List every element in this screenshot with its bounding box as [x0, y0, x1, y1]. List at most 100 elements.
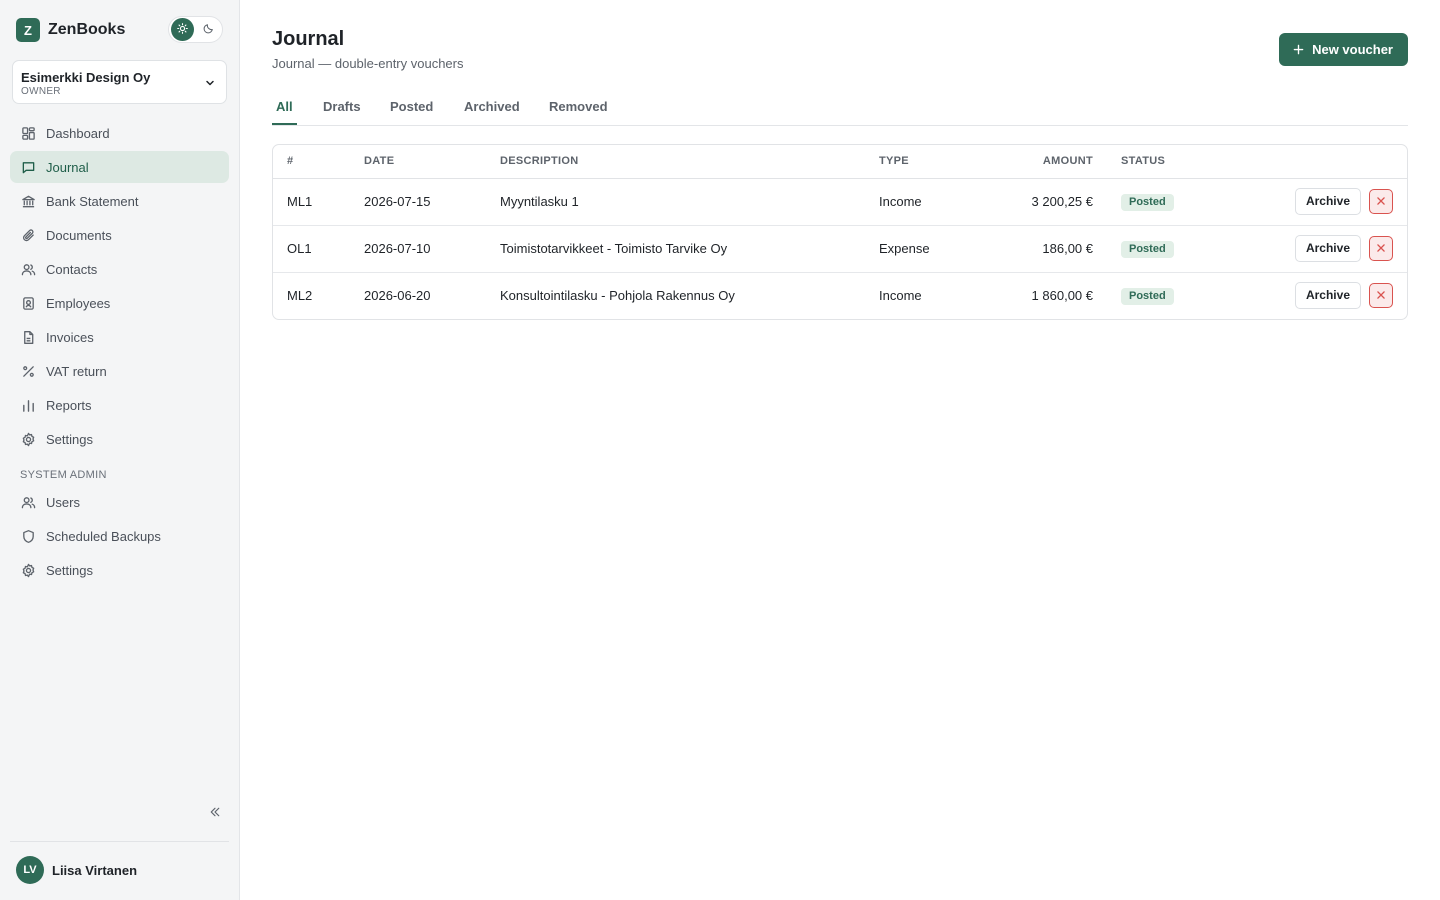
sidebar-item-invoices[interactable]: Invoices	[10, 321, 229, 353]
row-actions: Archive	[1233, 178, 1407, 226]
collapse-sidebar-button[interactable]	[206, 805, 224, 823]
shield-icon	[20, 528, 36, 544]
sidebar-item-label: Bank Statement	[46, 193, 139, 209]
document-icon	[20, 329, 36, 345]
page-title: Journal	[272, 28, 345, 50]
tab-all[interactable]: All	[272, 89, 297, 125]
sidebar-item-label: Invoices	[46, 329, 94, 345]
voucher-number: ML1	[273, 178, 364, 226]
row-actions: Archive	[1233, 272, 1407, 319]
archive-button[interactable]: Archive	[1294, 282, 1361, 310]
column-header-amount: AMOUNT	[991, 145, 1093, 179]
journal-icon	[20, 159, 36, 175]
tab-removed[interactable]: Removed	[549, 89, 608, 125]
percent-icon	[20, 363, 36, 379]
bank-icon	[20, 193, 36, 209]
status-tabs: All Drafts Posted Archived Removed	[272, 89, 1408, 126]
voucher-description: Toimistotarvikkeet - Toimisto Tarvike Oy	[500, 225, 879, 273]
brand[interactable]: Z ZenBooks	[16, 18, 125, 42]
sidebar-item-employees[interactable]: Employees	[10, 287, 229, 319]
company-switcher[interactable]: Esimerkki Design Oy OWNER	[12, 60, 227, 104]
moon-icon	[203, 21, 214, 39]
user-menu[interactable]: LV Liisa Virtanen	[16, 856, 137, 884]
sidebar-item-scheduled-backups[interactable]: Scheduled Backups	[10, 520, 229, 552]
voucher-date: 2026-07-15	[364, 178, 500, 226]
light-theme-button[interactable]	[171, 18, 194, 41]
sidebar-item-label: VAT return	[46, 363, 107, 379]
sidebar: Z ZenBooks Esimerkki Design Oy OWNER Das…	[0, 0, 240, 900]
voucher-amount: 3 200,25 €	[991, 178, 1093, 226]
archive-button[interactable]: Archive	[1294, 188, 1361, 215]
column-header-number: #	[273, 145, 364, 179]
status-cell: Posted	[1093, 272, 1233, 319]
voucher-type: Income	[879, 288, 922, 304]
sidebar-item-vat-return[interactable]: VAT return	[10, 355, 229, 387]
gear-icon	[20, 431, 36, 447]
sidebar-item-users[interactable]: Users	[10, 486, 229, 518]
tab-archived[interactable]: Archived	[464, 89, 520, 125]
sidebar-item-label: Employees	[46, 295, 111, 311]
close-icon	[1376, 194, 1386, 209]
company-role: OWNER	[21, 86, 61, 97]
close-icon	[1376, 241, 1386, 256]
sidebar-item-reports[interactable]: Reports	[10, 389, 229, 421]
row-actions: Archive	[1233, 225, 1407, 273]
status-cell: Posted	[1093, 178, 1233, 226]
sidebar-item-contacts[interactable]: Contacts	[10, 253, 229, 285]
gear-icon	[20, 562, 36, 578]
tab-drafts[interactable]: Drafts	[323, 89, 361, 125]
voucher-date: 2026-07-10	[364, 225, 500, 273]
company-name: Esimerkki Design Oy	[21, 70, 151, 85]
plus-icon	[1293, 44, 1304, 55]
table-header-row: # DATE DESCRIPTION TYPE AMOUNT STATUS	[273, 145, 1407, 179]
voucher-date: 2026-06-20	[364, 288, 431, 304]
chevron-down-icon	[204, 76, 216, 94]
sidebar-item-bank-statement[interactable]: Bank Statement	[10, 185, 229, 217]
brand-logo: Z	[16, 18, 40, 42]
user-name: Liisa Virtanen	[52, 862, 138, 878]
main-nav: Dashboard Journal Bank Statement Documen…	[10, 117, 229, 457]
dark-theme-button[interactable]	[198, 18, 221, 41]
sidebar-item-journal[interactable]: Journal	[10, 151, 229, 183]
status-badge: Posted	[1121, 193, 1174, 211]
archive-button[interactable]: Archive	[1294, 235, 1361, 262]
table-row[interactable]: OL1 2026-07-10 Toimistotarvikkeet - Toim…	[273, 225, 1407, 273]
sidebar-item-label: Settings	[46, 431, 93, 447]
remove-button[interactable]	[1369, 283, 1393, 309]
voucher-amount: 186,00 €	[991, 225, 1093, 273]
bar-chart-icon	[20, 397, 36, 413]
sidebar-divider	[10, 841, 229, 842]
column-header-description: DESCRIPTION	[500, 145, 879, 179]
voucher-description: Konsultointilasku - Pohjola Rakennus Oy	[500, 288, 735, 304]
voucher-number: ML2	[287, 288, 313, 304]
sidebar-item-dashboard[interactable]: Dashboard	[10, 117, 229, 149]
sidebar-item-settings[interactable]: Settings	[10, 423, 229, 455]
sidebar-item-label: Settings	[46, 562, 93, 578]
system-admin-heading: SYSTEM ADMIN	[20, 469, 107, 481]
status-cell: Posted	[1093, 225, 1233, 273]
users-icon	[20, 494, 36, 510]
employee-badge-icon	[20, 295, 36, 311]
sidebar-item-label: Contacts	[46, 261, 98, 277]
sidebar-item-documents[interactable]: Documents	[10, 219, 229, 251]
tab-posted[interactable]: Posted	[390, 89, 433, 125]
remove-button[interactable]	[1369, 189, 1393, 214]
new-voucher-button[interactable]: New voucher	[1279, 33, 1408, 66]
sidebar-item-label: Dashboard	[46, 125, 110, 141]
chevrons-left-icon	[209, 805, 221, 823]
table-row[interactable]: ML2 2026-06-20 Konsultointilasku - Pohjo…	[273, 272, 1407, 319]
admin-nav: Users Scheduled Backups Settings	[10, 486, 229, 588]
page-subtitle: Journal — double-entry vouchers	[272, 56, 464, 71]
sidebar-item-admin-settings[interactable]: Settings	[10, 554, 229, 586]
table-row[interactable]: ML1 2026-07-15 Myyntilasku 1 Income 3 20…	[273, 178, 1407, 226]
remove-button[interactable]	[1369, 236, 1393, 261]
status-badge: Posted	[1121, 287, 1174, 305]
voucher-amount: 1 860,00 €	[1031, 288, 1093, 304]
sidebar-item-label: Documents	[46, 227, 112, 243]
sidebar-item-label: Users	[46, 494, 80, 510]
contacts-icon	[20, 261, 36, 277]
voucher-description: Myyntilasku 1	[500, 178, 879, 226]
theme-toggle	[168, 16, 223, 43]
voucher-type: Income	[879, 178, 991, 226]
dashboard-icon	[20, 125, 36, 141]
